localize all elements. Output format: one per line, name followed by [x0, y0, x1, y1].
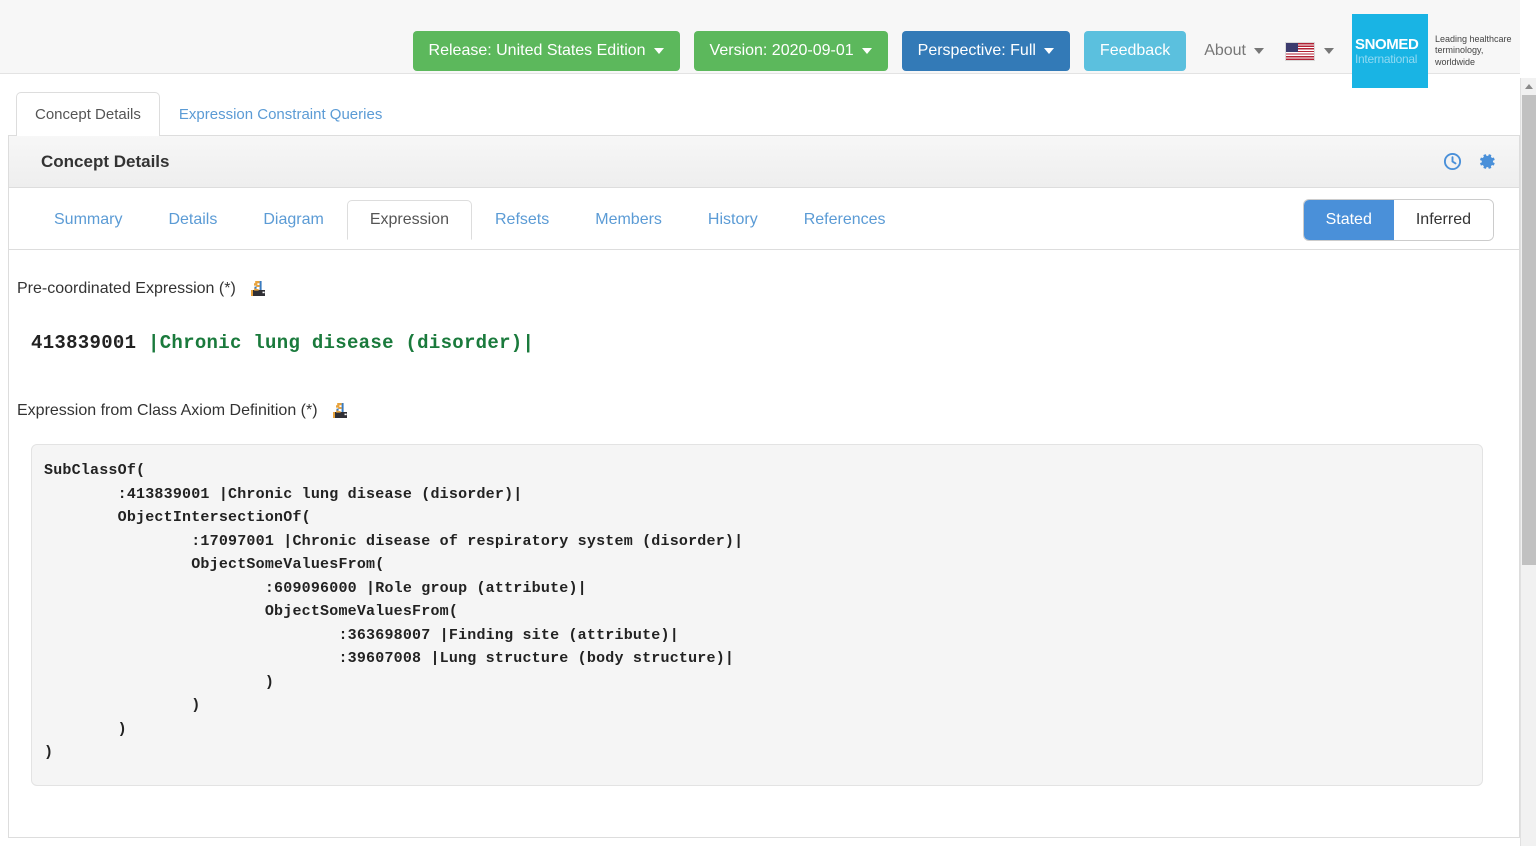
chevron-down-icon — [1044, 48, 1054, 54]
panel-header: Concept Details — [9, 136, 1519, 188]
version-dropdown-button[interactable]: Version: 2020-09-01 — [694, 31, 888, 71]
copy-to-clipboard-icon[interactable] — [332, 403, 349, 419]
stated-toggle-button[interactable]: Stated — [1304, 200, 1394, 240]
feedback-label: Feedback — [1100, 43, 1170, 59]
subtab-history[interactable]: History — [685, 200, 781, 240]
chevron-down-icon — [1324, 48, 1334, 54]
release-dropdown-button[interactable]: Release: United States Edition — [413, 31, 680, 71]
precoordinated-expression-value: 413839001 |Chronic lung disease (disorde… — [31, 332, 1497, 354]
settings-gear-icon[interactable] — [1478, 152, 1497, 171]
about-dropdown[interactable]: About — [1200, 30, 1268, 72]
subtab-details[interactable]: Details — [145, 200, 240, 240]
us-flag-icon — [1286, 43, 1314, 60]
language-selector[interactable] — [1282, 31, 1338, 72]
copy-to-clipboard-icon[interactable] — [250, 281, 267, 297]
subtab-diagram[interactable]: Diagram — [240, 200, 346, 240]
inferred-toggle-button[interactable]: Inferred — [1394, 200, 1493, 240]
subtab-summary[interactable]: Summary — [31, 200, 145, 240]
precoordinated-expression-section-label: Pre-coordinated Expression (*) — [17, 280, 1497, 298]
page-root: Release: United States Edition Version: … — [0, 0, 1536, 846]
scrollbar-thumb[interactable] — [1522, 95, 1536, 565]
concept-id: 413839001 — [31, 332, 148, 354]
concept-details-panel: Concept Details Summary Details — [8, 136, 1520, 838]
scroll-up-arrow-icon — [1525, 84, 1533, 89]
chevron-down-icon — [654, 48, 664, 54]
logo-tagline: Leading healthcare terminology, worldwid… — [1428, 34, 1520, 68]
sub-tab-bar: Summary Details Diagram Expression Refse… — [9, 188, 1519, 250]
tab-expression-constraint-queries[interactable]: Expression Constraint Queries — [160, 92, 401, 137]
logo-line-2: International — [1355, 53, 1428, 66]
perspective-dropdown-label: Perspective: Full — [918, 43, 1036, 59]
class-axiom-code-block: SubClassOf( :413839001 |Chronic lung dis… — [31, 444, 1483, 786]
subtab-members[interactable]: Members — [572, 200, 685, 240]
top-nav-controls: Release: United States Edition Version: … — [413, 0, 1520, 88]
version-dropdown-label: Version: 2020-09-01 — [710, 43, 854, 59]
perspective-dropdown-button[interactable]: Perspective: Full — [902, 31, 1070, 71]
subtab-references[interactable]: References — [781, 200, 909, 240]
about-label: About — [1204, 42, 1246, 60]
concept-term: |Chronic lung disease (disorder)| — [148, 332, 534, 354]
snomed-brand: SNOMED International Leading healthcare … — [1352, 14, 1520, 88]
class-axiom-label: Expression from Class Axiom Definition (… — [17, 402, 318, 420]
stated-inferred-toggle: Stated Inferred — [1304, 200, 1493, 240]
scroll-up-button[interactable] — [1521, 78, 1536, 95]
snomed-logo: SNOMED International — [1352, 14, 1428, 88]
outer-tab-bar: Concept Details Expression Constraint Qu… — [8, 84, 1520, 136]
top-navigation-bar: Release: United States Edition Version: … — [0, 0, 1520, 74]
precoordinated-expression-label: Pre-coordinated Expression (*) — [17, 280, 236, 298]
subtab-refsets[interactable]: Refsets — [472, 200, 572, 240]
expression-content: Pre-coordinated Expression (*) 413839001… — [9, 250, 1519, 786]
feedback-button[interactable]: Feedback — [1084, 31, 1186, 71]
panel-header-actions — [1443, 152, 1497, 171]
logo-line-1: SNOMED — [1355, 37, 1428, 53]
page-title: Concept Details — [41, 152, 169, 172]
history-clock-icon[interactable] — [1443, 152, 1462, 171]
chevron-down-icon — [1254, 48, 1264, 54]
release-dropdown-label: Release: United States Edition — [429, 43, 646, 59]
vertical-scrollbar[interactable] — [1520, 78, 1536, 846]
chevron-down-icon — [862, 48, 872, 54]
class-axiom-code: SubClassOf( :413839001 |Chronic lung dis… — [44, 459, 1464, 765]
class-axiom-section-label: Expression from Class Axiom Definition (… — [17, 402, 1497, 420]
tab-concept-details[interactable]: Concept Details — [16, 92, 160, 137]
subtab-expression[interactable]: Expression — [347, 200, 472, 240]
